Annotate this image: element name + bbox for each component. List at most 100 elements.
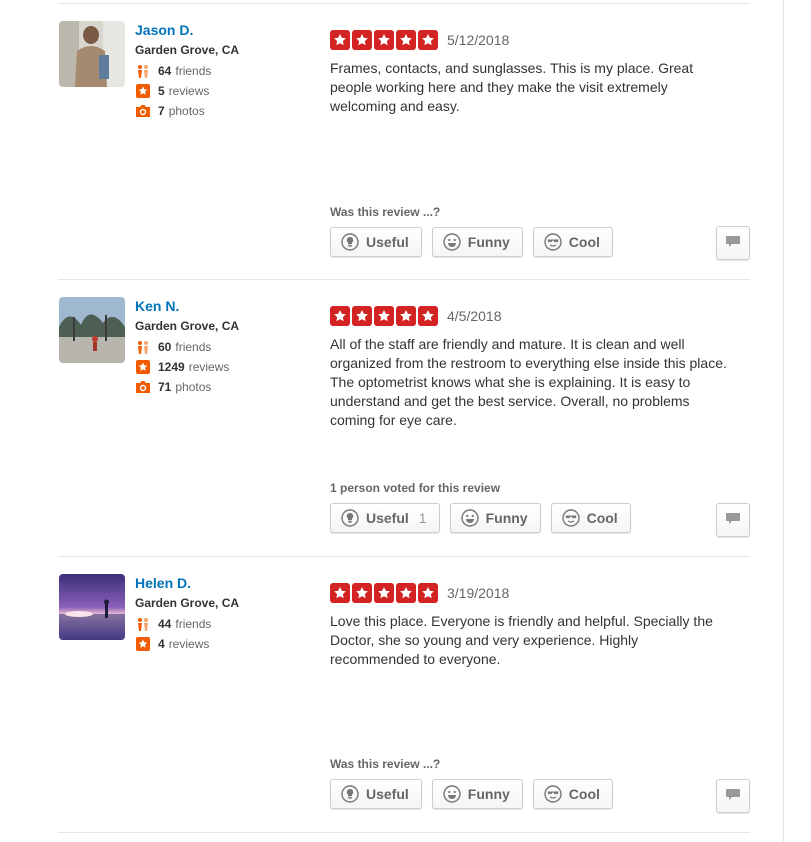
review-star-icon: [135, 636, 151, 652]
vote-prompt: Was this review ...?: [330, 205, 441, 219]
star-icon: [418, 583, 438, 603]
sunglasses-icon: [544, 233, 562, 251]
sunglasses-icon: [561, 509, 580, 527]
star-icon: [352, 306, 372, 326]
star-icon: [396, 583, 416, 603]
useful-button[interactable]: Useful 1: [330, 503, 440, 533]
photos-label: photos: [168, 104, 205, 118]
star-icon: [396, 30, 416, 50]
user-name-link[interactable]: Helen D.: [135, 574, 305, 592]
lightbulb-icon: [341, 785, 359, 803]
review-item: Helen D. Garden Grove, CA 44 friends 4 r…: [0, 556, 783, 833]
cool-label: Cool: [586, 510, 618, 526]
photos-count: 7: [158, 104, 165, 118]
star-rating: [330, 583, 440, 603]
speech-bubble-icon: [725, 786, 741, 807]
cool-button[interactable]: Cool: [532, 227, 613, 257]
friends-stat: 64 friends: [135, 63, 305, 79]
funny-button[interactable]: Funny: [449, 503, 541, 533]
reviews-count: 1249: [158, 360, 185, 374]
friends-count: 60: [158, 340, 172, 354]
star-icon: [418, 306, 438, 326]
funny-label: Funny: [485, 510, 528, 526]
comment-button[interactable]: [716, 226, 750, 260]
friends-label: friends: [175, 617, 212, 631]
sunglasses-icon: [544, 785, 562, 803]
user-name-link[interactable]: Ken N.: [135, 297, 305, 315]
review-date: 3/19/2018: [447, 585, 510, 601]
user-avatar[interactable]: [59, 21, 125, 87]
cool-button[interactable]: Cool: [550, 503, 631, 533]
cool-label: Cool: [568, 786, 600, 802]
star-icon: [396, 306, 416, 326]
funny-label: Funny: [467, 786, 510, 802]
funny-button[interactable]: Funny: [431, 779, 523, 809]
user-avatar[interactable]: [59, 297, 125, 363]
reviews-stat: 5 reviews: [135, 83, 305, 99]
camera-icon: [135, 103, 151, 119]
comment-button[interactable]: [716, 779, 750, 813]
useful-label: Useful: [366, 786, 409, 802]
useful-count: 1: [418, 510, 427, 526]
star-icon: [352, 30, 372, 50]
useful-label: Useful: [366, 510, 409, 526]
photos-count: 71: [158, 380, 172, 394]
cool-label: Cool: [568, 234, 600, 250]
cool-button[interactable]: Cool: [532, 779, 613, 809]
review-item: Ken N. Garden Grove, CA 60 friends 1249 …: [0, 279, 783, 556]
friends-count: 44: [158, 617, 172, 631]
star-rating: [330, 306, 440, 326]
star-icon: [374, 583, 394, 603]
star-icon: [330, 306, 350, 326]
reviews-stat: 1249 reviews: [135, 359, 305, 375]
comment-button[interactable]: [716, 503, 750, 537]
friends-icon: [135, 616, 151, 632]
star-icon: [330, 30, 350, 50]
user-location: Garden Grove, CA: [135, 319, 240, 333]
smiley-icon: [443, 785, 461, 803]
star-icon: [352, 583, 372, 603]
vote-count-text: 1 person voted for this review: [330, 481, 501, 495]
friends-stat: 44 friends: [135, 616, 305, 632]
review-date: 5/12/2018: [447, 32, 510, 48]
review-item: Jason D. Garden Grove, CA 64 friends 5 r…: [0, 3, 783, 280]
review-text: Love this place. Everyone is friendly an…: [330, 613, 713, 667]
speech-bubble-icon: [725, 510, 741, 531]
useful-button[interactable]: Useful: [330, 227, 422, 257]
friends-icon: [135, 339, 151, 355]
star-icon: [330, 583, 350, 603]
star-icon: [374, 30, 394, 50]
user-name-link[interactable]: Jason D.: [135, 21, 305, 39]
star-icon: [374, 306, 394, 326]
camera-icon: [135, 379, 151, 395]
photos-stat: 71 photos: [135, 379, 305, 395]
lightbulb-icon: [341, 233, 359, 251]
reviews-label: reviews: [168, 637, 210, 651]
review-star-icon: [135, 83, 151, 99]
reviews-count: 4: [158, 637, 165, 651]
user-avatar[interactable]: [59, 574, 125, 640]
photos-label: photos: [175, 380, 212, 394]
friends-icon: [135, 63, 151, 79]
review-star-icon: [135, 359, 151, 375]
vote-prompt: Was this review ...?: [330, 757, 441, 771]
reviews-stat: 4 reviews: [135, 636, 305, 652]
funny-button[interactable]: Funny: [431, 227, 523, 257]
star-rating: [330, 30, 440, 50]
smiley-icon: [460, 509, 479, 527]
reviews-label: reviews: [168, 84, 210, 98]
reviews-label: reviews: [188, 360, 230, 374]
star-icon: [418, 30, 438, 50]
useful-button[interactable]: Useful: [330, 779, 422, 809]
smiley-icon: [443, 233, 461, 251]
page-right-border: [783, 0, 784, 842]
user-location: Garden Grove, CA: [135, 43, 240, 57]
friends-count: 64: [158, 64, 172, 78]
speech-bubble-icon: [725, 233, 741, 254]
review-text: All of the staff are friendly and mature…: [330, 336, 727, 428]
lightbulb-icon: [341, 509, 359, 527]
review-text: Frames, contacts, and sunglasses. This i…: [330, 60, 694, 114]
funny-label: Funny: [467, 234, 510, 250]
friends-label: friends: [175, 340, 212, 354]
friends-stat: 60 friends: [135, 339, 305, 355]
